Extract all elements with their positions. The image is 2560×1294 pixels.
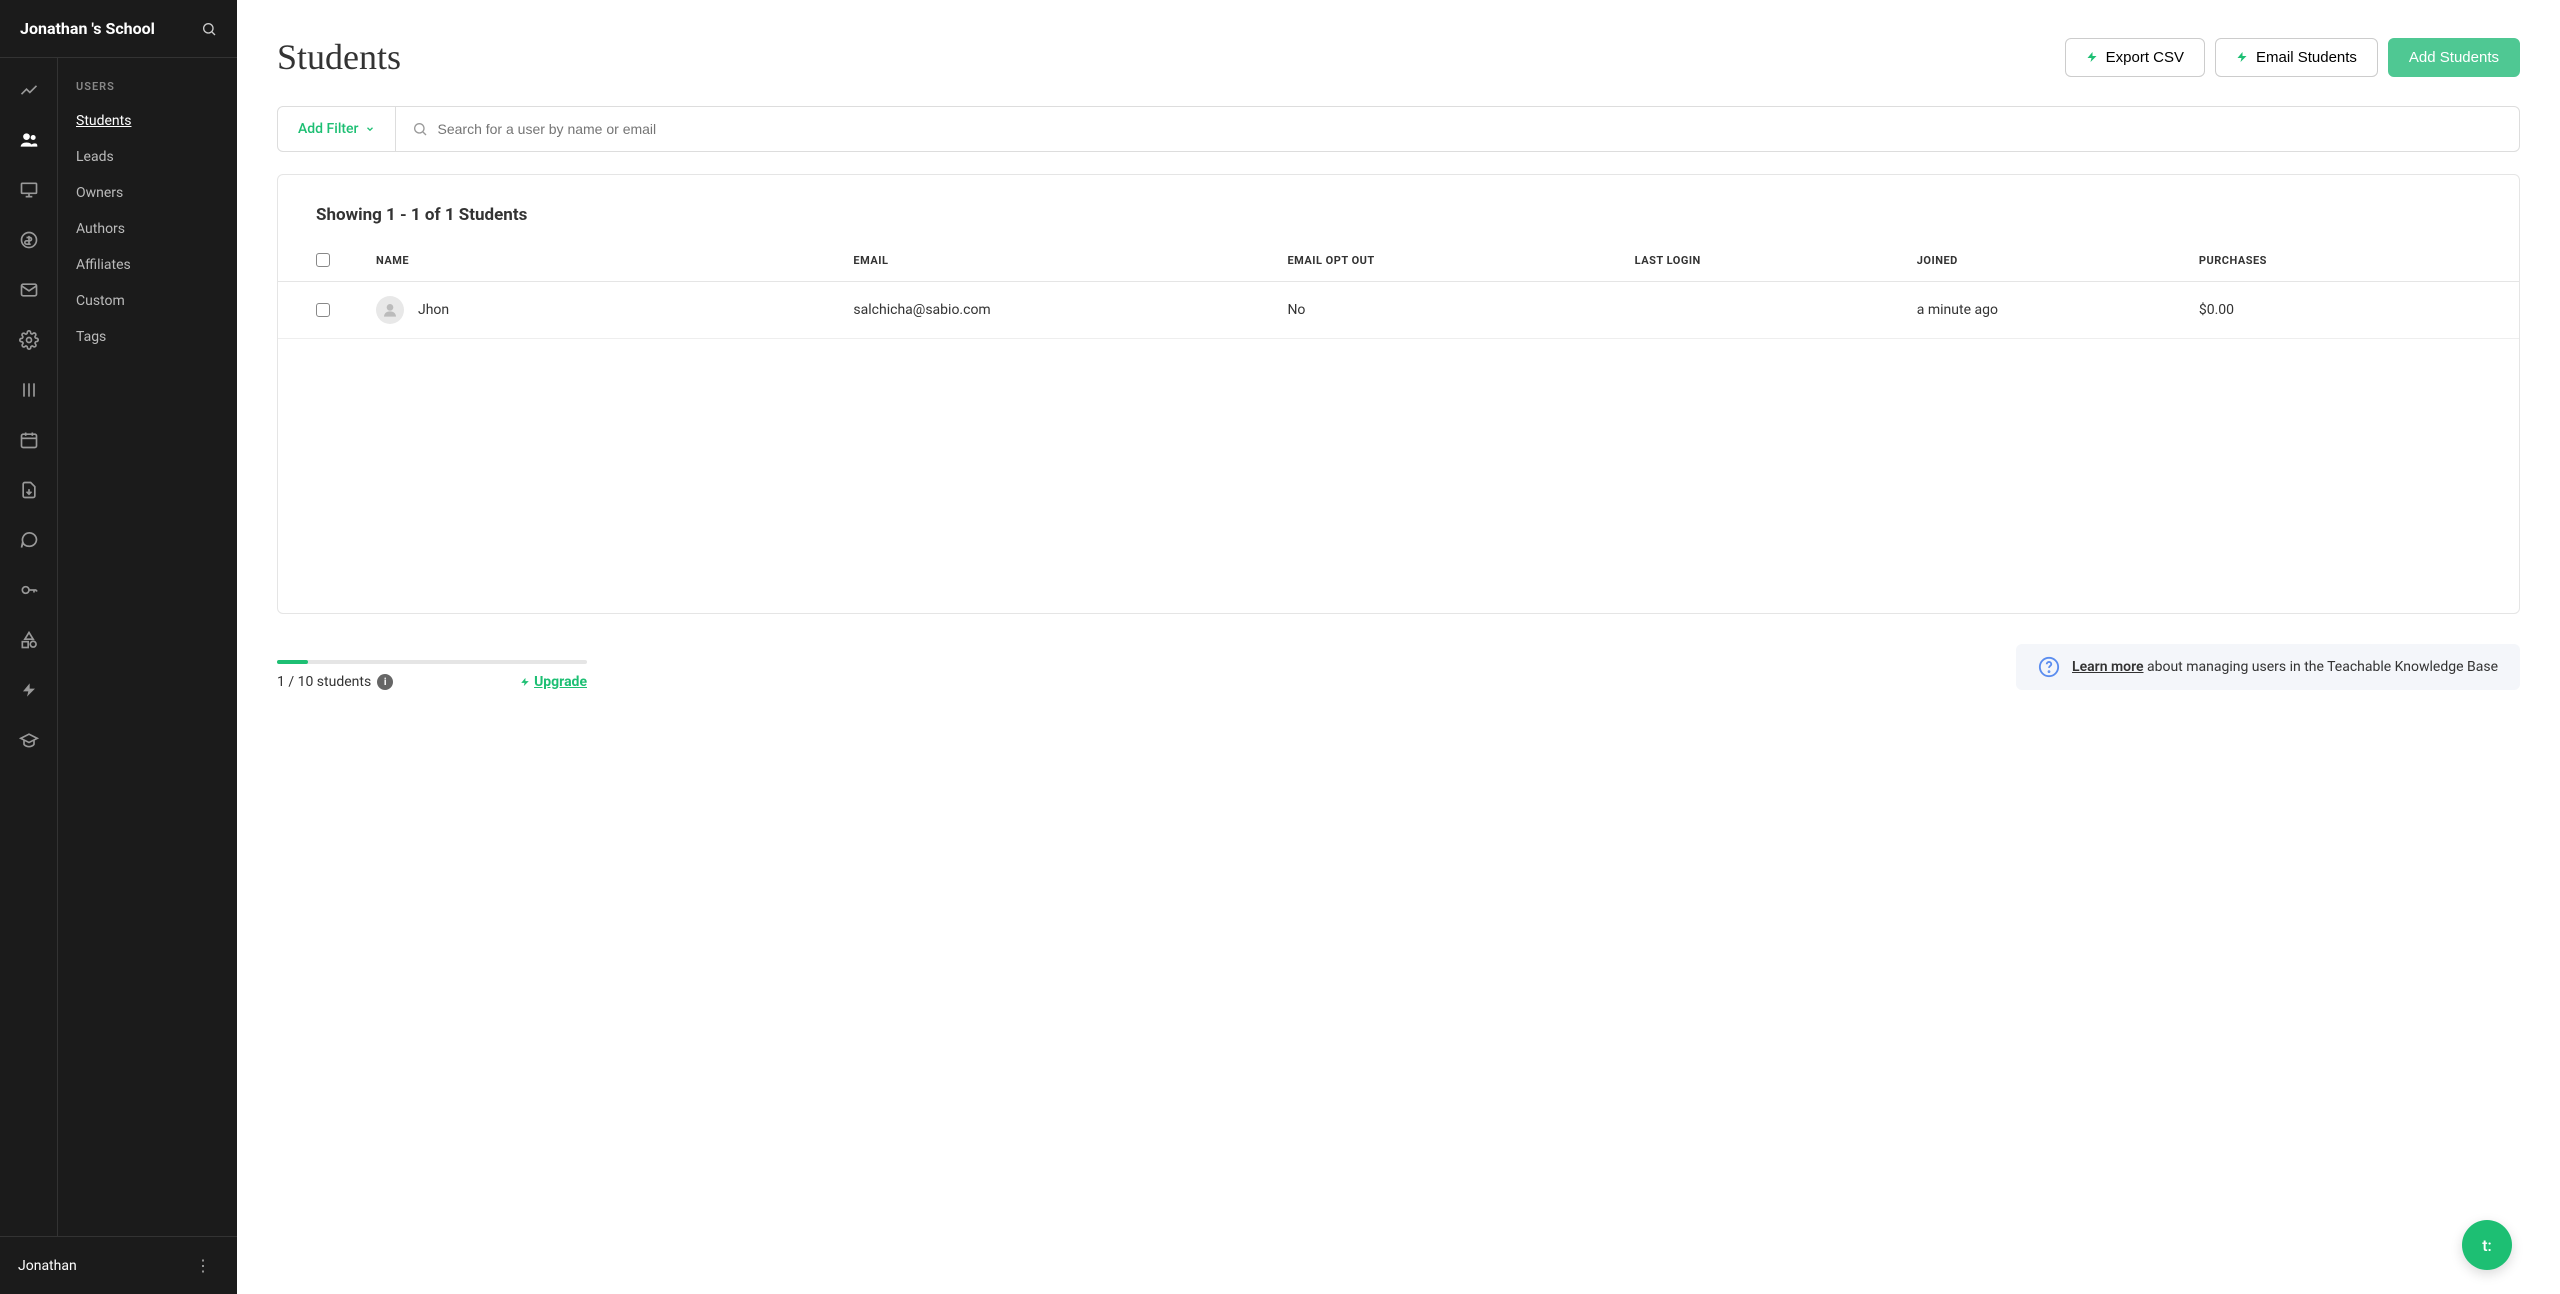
table-row[interactable]: Jhon salchicha@sabio.com No a minute ago… [278,282,2519,339]
student-quota: 1 / 10 students i Upgrade [277,660,587,690]
table-summary: Showing 1 - 1 of 1 Students [278,205,2519,253]
subnav-item-tags[interactable]: Tags [58,319,237,355]
upgrade-link[interactable]: Upgrade [520,674,587,690]
students-table-card: Showing 1 - 1 of 1 Students NAME EMAIL E… [277,174,2520,614]
nav-dashboard-icon[interactable] [9,70,49,110]
add-students-label: Add Students [2409,49,2499,66]
help-icon [2038,656,2060,678]
email-students-button[interactable]: Email Students [2215,38,2378,77]
col-name[interactable]: NAME [376,254,853,267]
cell-name: Jhon [418,302,449,318]
search-wrap [396,107,2520,151]
page-title: Students [277,36,401,78]
col-last-login[interactable]: LAST LOGIN [1635,254,1917,267]
nav-site-icon[interactable] [9,170,49,210]
nav-settings-icon[interactable] [9,320,49,360]
col-joined[interactable]: JOINED [1917,254,2199,267]
header-actions: Export CSV Email Students Add Students [2065,38,2520,77]
nav-shapes-icon[interactable] [9,620,49,660]
sidebar-header: Jonathan 's School [0,0,237,58]
help-fab[interactable]: t: [2462,1220,2512,1270]
main-content: Students Export CSV Email Students Add S… [237,0,2560,1294]
nav-emails-icon[interactable] [9,270,49,310]
add-filter-button[interactable]: Add Filter [278,107,396,151]
nav-key-icon[interactable] [9,570,49,610]
nav-graduation-icon[interactable] [9,720,49,760]
email-students-label: Email Students [2256,49,2357,66]
select-all-checkbox[interactable] [316,253,330,267]
students-table: NAME EMAIL EMAIL OPT OUT LAST LOGIN JOIN… [278,253,2519,339]
chevron-down-icon [365,124,375,134]
col-email[interactable]: EMAIL [853,254,1287,267]
nav-bolt-icon[interactable] [9,670,49,710]
help-text: about managing users in the Teachable Kn… [2144,659,2498,675]
upgrade-label: Upgrade [534,674,587,690]
quota-progress-track [277,660,587,664]
school-name[interactable]: Jonathan 's School [20,19,155,38]
nav-comments-icon[interactable] [9,520,49,560]
current-user-name[interactable]: Jonathan [18,1258,77,1274]
nav-sales-icon[interactable] [9,220,49,260]
search-icon[interactable] [201,21,217,37]
nav-users-icon[interactable] [9,120,49,160]
nav-calendar-icon[interactable] [9,420,49,460]
page-header: Students Export CSV Email Students Add S… [277,36,2520,78]
subnav-item-custom[interactable]: Custom [58,283,237,319]
subnav-item-students[interactable]: Students [58,103,237,139]
cell-opt-out: No [1287,302,1634,318]
add-filter-label: Add Filter [298,121,359,137]
export-csv-button[interactable]: Export CSV [2065,38,2205,77]
subnav-item-owners[interactable]: Owners [58,175,237,211]
help-text-wrap: Learn more about managing users in the T… [2072,659,2498,675]
subnav-item-leads[interactable]: Leads [58,139,237,175]
quota-text-wrap: 1 / 10 students i [277,674,393,690]
subnav: USERS Students Leads Owners Authors Affi… [58,58,237,1236]
avatar [376,296,404,324]
learn-more-link[interactable]: Learn more [2072,659,2143,675]
search-icon [412,121,428,137]
more-menu-icon[interactable]: ⋮ [187,1252,219,1279]
quota-progress-fill [277,660,308,664]
cell-email: salchicha@sabio.com [853,302,1287,318]
sidebar-footer: Jonathan ⋮ [0,1236,237,1294]
subnav-item-authors[interactable]: Authors [58,211,237,247]
export-csv-label: Export CSV [2106,49,2184,66]
subnav-item-affiliates[interactable]: Affiliates [58,247,237,283]
nav-courses-icon[interactable] [9,370,49,410]
table-header: NAME EMAIL EMAIL OPT OUT LAST LOGIN JOIN… [278,253,2519,282]
subnav-heading: USERS [58,70,237,103]
fab-label: t: [2482,1236,2492,1255]
nav-download-icon[interactable] [9,470,49,510]
help-banner: Learn more about managing users in the T… [2016,644,2520,690]
bolt-icon [2236,49,2248,65]
row-checkbox[interactable] [316,303,330,317]
search-input[interactable] [438,107,2504,151]
page-footer: 1 / 10 students i Upgrade Learn more abo… [277,644,2520,690]
icon-rail [0,58,58,1236]
cell-purchases: $0.00 [2199,302,2481,318]
cell-joined: a minute ago [1917,302,2199,318]
quota-text: 1 / 10 students [277,674,371,690]
col-purchases[interactable]: PURCHASES [2199,254,2481,267]
info-icon[interactable]: i [377,674,393,690]
add-students-button[interactable]: Add Students [2388,38,2520,77]
col-email-opt-out[interactable]: EMAIL OPT OUT [1287,254,1634,267]
filter-bar: Add Filter [277,106,2520,152]
sidebar: Jonathan 's School [0,0,237,1294]
bolt-icon [2086,49,2098,65]
